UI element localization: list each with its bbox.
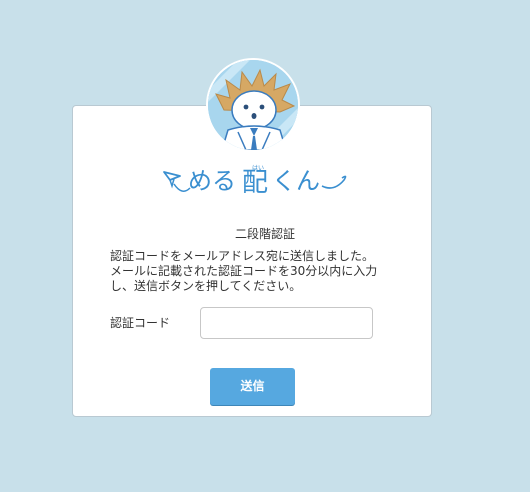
verification-code-input[interactable] (200, 307, 373, 339)
mascot-avatar-icon (208, 60, 298, 150)
brand-logo: める はい 配 くん (162, 158, 358, 200)
brand-name-part2: くん (272, 167, 320, 195)
paper-plane-icon (163, 171, 181, 189)
instruction-message: 認証コードをメールアドレス宛に送信しました。 メールに記載された認証コードを30… (110, 249, 410, 294)
login-page: める はい 配 くん 二段階認証 認証コードをメールアドレス宛に送信しました。 … (0, 0, 530, 492)
code-field-label: 認証コード (110, 316, 171, 330)
instruction-line: メールに記載された認証コードを30分以内に入力 (110, 264, 378, 278)
page-title: 二段階認証 (234, 227, 295, 241)
submit-button[interactable]: 送信 (210, 368, 295, 405)
brand-name-part1: める (188, 167, 236, 195)
instruction-line: 認証コードをメールアドレス宛に送信しました。 (110, 249, 375, 263)
instruction-line: し、送信ボタンを押してください。 (110, 279, 302, 293)
brand-name-kanji: 配 (242, 168, 268, 198)
